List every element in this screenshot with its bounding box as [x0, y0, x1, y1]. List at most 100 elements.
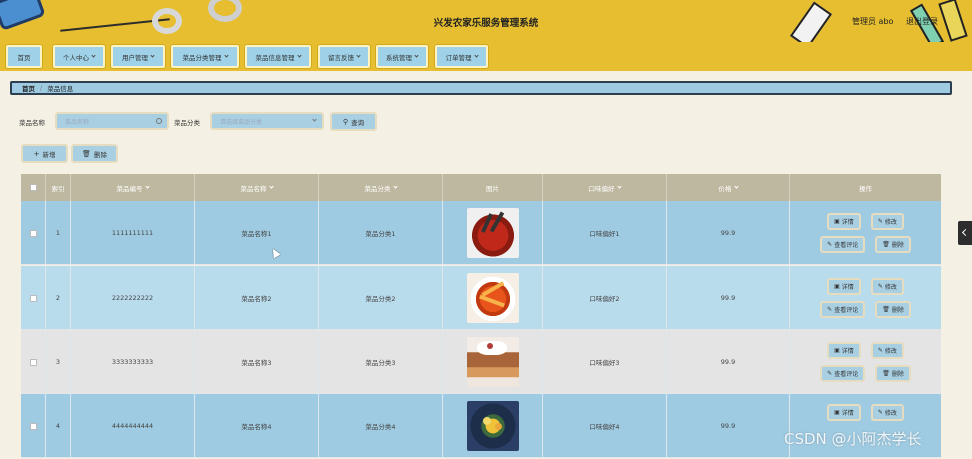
chevron-down-icon: [223, 53, 229, 58]
detail-button-label: 详情: [841, 410, 854, 417]
watermark: CSDN @小阿杰学长: [784, 430, 922, 448]
nav-item-personal-center[interactable]: 个人中心: [53, 45, 105, 68]
row-index: 2: [46, 266, 71, 330]
column-header-label: 价格: [718, 184, 732, 193]
row-price: 99.9: [667, 330, 790, 394]
edit-button[interactable]: ✎ 修改: [870, 404, 904, 421]
add-button[interactable]: + 新增: [21, 144, 68, 163]
dish-category-select[interactable]: 请选择菜品分类: [210, 112, 324, 130]
nav-item-label: 订单管理: [445, 53, 472, 62]
view-comments-label: 查看评论: [834, 371, 859, 378]
nav-item-feedback[interactable]: 留言反馈: [318, 45, 370, 68]
dish-name-label: 菜品名称: [19, 119, 45, 127]
dish-name-placeholder: 菜品名称: [65, 118, 90, 126]
breadcrumb: 首页 / 菜品信息: [10, 81, 952, 95]
view-comments-button[interactable]: ✎ 查看评论: [820, 236, 866, 253]
row-checkbox[interactable]: [29, 422, 37, 430]
dish-name-input[interactable]: 菜品名称: [55, 112, 169, 130]
row-image-cell: [443, 201, 543, 265]
row-select-cell: [21, 394, 46, 458]
delete-button-label: 删除: [891, 242, 904, 249]
logout-link[interactable]: 退出登录: [906, 16, 938, 27]
row-checkbox[interactable]: [29, 229, 37, 237]
food-photo: [466, 401, 519, 451]
column-header[interactable]: 菜品名称: [195, 174, 319, 201]
sort-icon: [616, 184, 622, 189]
row-name: 菜品名称1: [195, 201, 319, 265]
table-row: 2 2222222222 菜品名称2 菜品分类2 口味偏好2 99.9 ▣ 详情 …: [21, 266, 941, 330]
select-all-cell: [21, 174, 46, 201]
row-select-cell: [21, 266, 46, 330]
row-price: 99.9: [667, 266, 790, 330]
detail-button[interactable]: ▣ 详情: [827, 404, 861, 421]
trash-icon: 🗑: [882, 370, 890, 377]
row-taste: 口味偏好1: [543, 201, 667, 265]
batch-delete-button[interactable]: 🗑 删除: [71, 144, 118, 163]
row-category: 菜品分类4: [319, 394, 443, 458]
view-comments-button[interactable]: ✎ 查看评论: [820, 365, 866, 382]
nav-item-order-management[interactable]: 订单管理: [435, 45, 488, 68]
nav-item-system-management[interactable]: 系统管理: [376, 45, 428, 68]
nav-item-home[interactable]: 首页: [6, 45, 42, 68]
row-code: 2222222222: [71, 266, 195, 330]
chevron-down-icon: [150, 53, 155, 58]
column-header[interactable]: 菜品编号: [71, 174, 195, 201]
nav-item-category-management[interactable]: 菜品分类管理: [171, 45, 239, 68]
delete-button[interactable]: 🗑 删除: [875, 301, 911, 318]
row-category: 菜品分类1: [319, 201, 443, 265]
column-header-label: 菜品名称: [240, 184, 267, 193]
system-title: 兴发农家乐服务管理系统: [433, 18, 539, 29]
column-header[interactable]: 口味偏好: [543, 174, 667, 201]
delete-button[interactable]: 🗑 删除: [875, 236, 911, 253]
food-photo: [466, 273, 519, 323]
nav-item-dish-management[interactable]: 菜品信息管理: [245, 45, 311, 68]
edit-button-label: 修改: [884, 284, 897, 291]
column-header: 图片: [443, 174, 543, 201]
row-index: 3: [46, 330, 71, 394]
select-all-checkbox[interactable]: [29, 184, 37, 191]
main-nav: 首页 个人中心 用户管理 菜品分类管理 菜品信息管理 留言反馈 系统管理 订单管…: [0, 42, 972, 71]
row-taste: 口味偏好4: [543, 394, 667, 458]
edit-button[interactable]: ✎ 修改: [870, 213, 904, 230]
column-header: 操作: [859, 184, 872, 193]
row-image-cell: [443, 330, 543, 394]
breadcrumb-home[interactable]: 首页: [22, 83, 35, 93]
delete-button[interactable]: 🗑 删除: [875, 365, 911, 382]
column-header-label: 菜品分类: [364, 184, 391, 193]
row-category: 菜品分类2: [319, 266, 443, 330]
row-checkbox[interactable]: [29, 358, 37, 366]
user-label: 管理员 abo: [852, 17, 894, 26]
delete-button-label: 删除: [891, 371, 904, 378]
food-photo: [466, 337, 519, 387]
edit-icon: ✎: [877, 347, 883, 354]
row-price: 99.9: [667, 201, 790, 265]
column-header[interactable]: 菜品分类: [319, 174, 443, 201]
detail-button[interactable]: ▣ 详情: [827, 213, 861, 230]
column-header: 索引: [46, 174, 71, 201]
edit-icon: ✎: [877, 409, 883, 416]
edit-icon: ✎: [827, 370, 833, 377]
search-icon: [156, 118, 162, 124]
column-header[interactable]: 价格: [667, 174, 790, 201]
view-comments-button[interactable]: ✎ 查看评论: [820, 301, 866, 318]
edit-button-label: 修改: [884, 348, 897, 355]
nav-item-user-management[interactable]: 用户管理: [111, 45, 165, 68]
row-actions: ▣ 详情 ✎ 修改 ✎ 查看评论 🗑 删除: [790, 266, 941, 330]
detail-icon: ▣: [834, 218, 840, 225]
edit-button[interactable]: ✎ 修改: [870, 342, 904, 359]
detail-icon: ▣: [834, 347, 840, 354]
detail-button[interactable]: ▣ 详情: [827, 278, 861, 295]
query-button[interactable]: ⚲ 查询: [330, 112, 377, 131]
edit-button[interactable]: ✎ 修改: [870, 278, 904, 295]
row-image-cell: [443, 394, 543, 458]
side-collapse-tab[interactable]: [958, 221, 972, 245]
row-taste: 口味偏好2: [543, 266, 667, 330]
detail-icon: ▣: [834, 409, 840, 416]
nav-item-label: 菜品信息管理: [255, 53, 295, 62]
table-row: 1 1111111111 菜品名称1 菜品分类1 口味偏好1 99.9 ▣ 详情 …: [21, 201, 941, 265]
breadcrumb-current: 菜品信息: [47, 85, 74, 93]
row-code: 4444444444: [71, 394, 195, 458]
edit-icon: ✎: [827, 241, 833, 248]
detail-button[interactable]: ▣ 详情: [827, 342, 861, 359]
row-checkbox[interactable]: [29, 294, 37, 302]
